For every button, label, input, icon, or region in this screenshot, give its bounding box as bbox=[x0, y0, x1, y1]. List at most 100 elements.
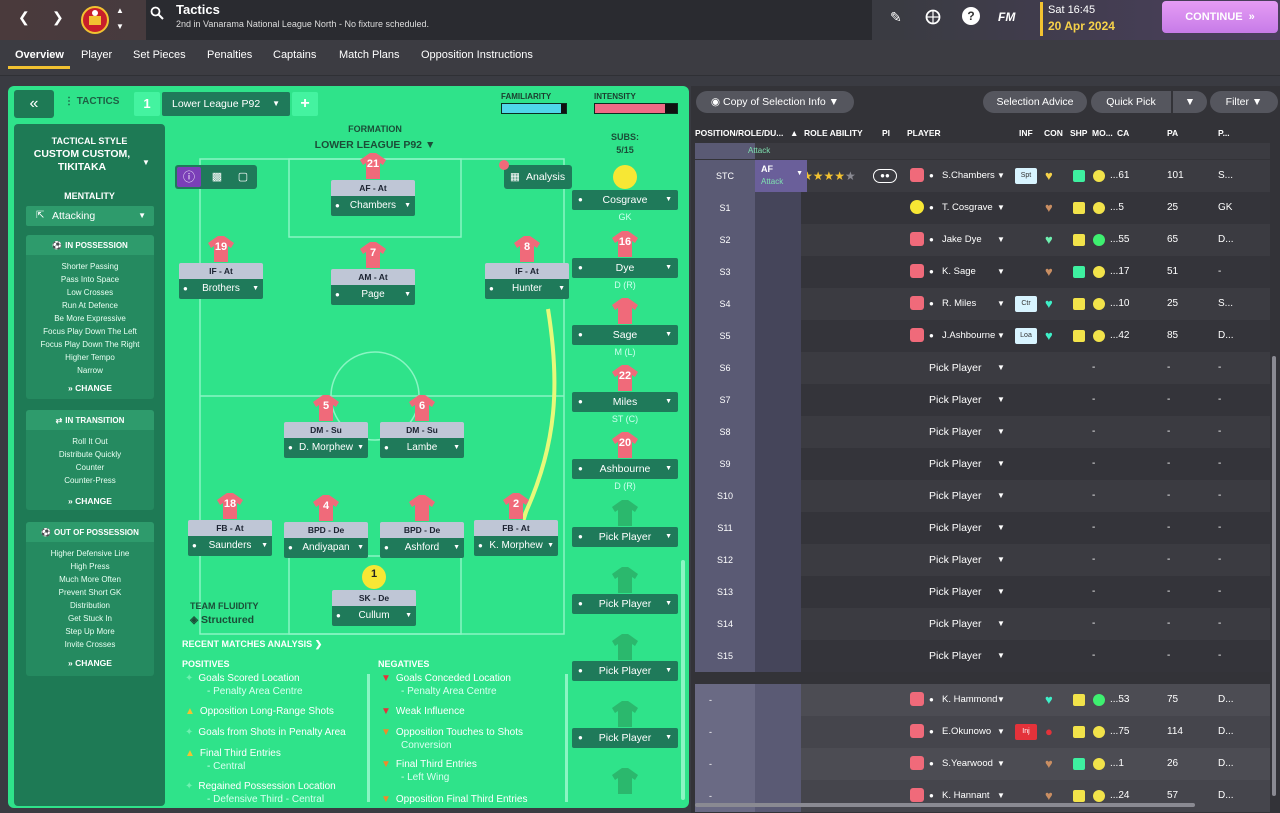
player-instructions-icon[interactable]: ●● bbox=[873, 169, 897, 183]
player-name[interactable]: Jake Dye bbox=[942, 224, 982, 256]
table-row[interactable]: S4 ● R. Miles ▼ Ctr ♥ ...10 25 S... bbox=[695, 288, 1270, 320]
player-role[interactable]: AF - At bbox=[331, 180, 415, 196]
tactic-slot-number[interactable]: 1 bbox=[134, 92, 160, 116]
positive-item[interactable]: ✦ Regained Possession Location - Defensive… bbox=[185, 780, 371, 806]
chevron-down-icon[interactable]: ▼ bbox=[997, 716, 1005, 748]
table-row[interactable]: S5 ● J.Ashbourne ▼ Loa ♥ ...42 85 D... bbox=[695, 320, 1270, 352]
in-possession-change-button[interactable]: » CHANGE bbox=[26, 383, 154, 393]
table-row[interactable]: S11●Pick Player▼--- bbox=[695, 512, 1270, 544]
chevron-down-icon[interactable]: ▼ bbox=[997, 160, 1005, 192]
sub-player-select[interactable]: ● Cosgrave ▼ bbox=[572, 190, 678, 210]
sub-shirt-icon[interactable] bbox=[611, 700, 639, 728]
player-role[interactable]: BPD - De bbox=[284, 522, 368, 538]
sub-shirt-icon[interactable] bbox=[611, 566, 639, 594]
player-name[interactable]: Pick Player bbox=[929, 352, 982, 384]
player-position-card[interactable]: AF - At ● Chambers ▼ bbox=[331, 180, 415, 216]
positive-item[interactable]: ✦ Goals from Shots in Penalty Area bbox=[185, 726, 371, 739]
player-name-select[interactable]: ● Saunders ▼ bbox=[188, 536, 272, 556]
player-name-select[interactable]: ● K. Morphew ▼ bbox=[474, 536, 558, 556]
player-role[interactable]: BPD - De bbox=[380, 522, 464, 538]
chevron-down-icon[interactable]: ▼ bbox=[997, 416, 1005, 448]
player-position-card[interactable]: FB - At ● K. Morphew ▼ bbox=[474, 520, 558, 556]
role-cell[interactable] bbox=[755, 192, 801, 224]
player-role[interactable]: DM - Su bbox=[380, 422, 464, 438]
table-row[interactable]: - ● E.Okunowo ▼ Inj ● ...75 114 D... bbox=[695, 716, 1270, 748]
negative-item[interactable]: ▼ Weak Influence bbox=[381, 705, 563, 718]
chevron-down-icon[interactable]: ▼ bbox=[997, 684, 1005, 716]
back-arrow-icon[interactable]: ❮ bbox=[18, 9, 30, 26]
header-pa[interactable]: PA bbox=[1167, 128, 1178, 138]
player-role[interactable]: FB - At bbox=[188, 520, 272, 536]
filter-button[interactable]: Filter ▼ bbox=[1210, 91, 1278, 113]
selection-advice-button[interactable]: Selection Advice bbox=[983, 91, 1087, 113]
table-row[interactable]: S8●Pick Player▼--- bbox=[695, 416, 1270, 448]
player-name-select[interactable]: ● Chambers ▼ bbox=[331, 196, 415, 216]
sub-shirt-icon[interactable] bbox=[611, 767, 639, 795]
player-role[interactable]: SK - De bbox=[332, 590, 416, 606]
player-position-card[interactable]: FB - At ● Saunders ▼ bbox=[188, 520, 272, 556]
tab-opposition-instructions[interactable]: Opposition Instructions bbox=[421, 49, 533, 61]
table-vertical-scrollbar[interactable] bbox=[1272, 356, 1276, 796]
sub-shirt-icon[interactable]: 16 bbox=[611, 230, 639, 258]
role-cell[interactable] bbox=[755, 352, 801, 384]
player-role[interactable]: IF - At bbox=[485, 263, 569, 279]
player-name[interactable]: Pick Player bbox=[929, 640, 982, 672]
tab-overview[interactable]: Overview bbox=[15, 49, 64, 61]
header-player[interactable]: PLAYER bbox=[907, 128, 941, 138]
player-name[interactable]: Pick Player bbox=[929, 544, 982, 576]
sort-ascending-icon[interactable]: ▲ bbox=[790, 128, 798, 138]
header-inf[interactable]: INF bbox=[1019, 128, 1033, 138]
sub-player-select[interactable]: ● Sage ▼ bbox=[572, 325, 678, 345]
player-position-card[interactable]: BPD - De ● Ashford ▼ bbox=[380, 522, 464, 558]
chevron-down-icon[interactable]: ▼ bbox=[997, 640, 1005, 672]
player-name[interactable]: Pick Player bbox=[929, 512, 982, 544]
sub-player-select[interactable]: ● Pick Player ▼ bbox=[572, 594, 678, 614]
player-position-card[interactable]: DM - Su ● Lambe ▼ bbox=[380, 422, 464, 458]
role-cell[interactable] bbox=[755, 448, 801, 480]
role-cell[interactable] bbox=[755, 544, 801, 576]
player-shirt-icon[interactable]: 8 bbox=[513, 235, 541, 263]
player-name-select[interactable]: ● Hunter ▼ bbox=[485, 279, 569, 299]
out-of-possession-change-button[interactable]: » CHANGE bbox=[26, 658, 154, 668]
tab-match-plans[interactable]: Match Plans bbox=[339, 49, 400, 61]
header-pi[interactable]: PI bbox=[882, 128, 890, 138]
player-name[interactable]: Pick Player bbox=[929, 608, 982, 640]
sub-shirt-icon[interactable] bbox=[611, 633, 639, 661]
player-role[interactable]: AM - At bbox=[331, 269, 415, 285]
table-row[interactable]: - ● S.Yearwood ▼ ♥ ...1 26 D... bbox=[695, 748, 1270, 780]
recent-matches-link[interactable]: RECENT MATCHES ANALYSIS ❯ bbox=[182, 639, 322, 650]
in-transition-change-button[interactable]: » CHANGE bbox=[26, 496, 154, 506]
role-cell[interactable] bbox=[755, 384, 801, 416]
player-name-select[interactable]: ● Page ▼ bbox=[331, 285, 415, 305]
positive-item[interactable]: ▲ Final Third Entries - Central bbox=[185, 747, 371, 773]
positive-item[interactable]: ✦ Goals Scored Location - Penalty Area Cen… bbox=[185, 672, 371, 698]
table-row[interactable]: - ● K. Hammond ▼ ♥ ...53 75 D... bbox=[695, 684, 1270, 716]
table-row[interactable]: S9●Pick Player▼--- bbox=[695, 448, 1270, 480]
mentality-select[interactable]: ⇱ Attacking ▼ bbox=[26, 206, 154, 226]
chevron-down-icon[interactable]: ▼ bbox=[997, 256, 1005, 288]
tab-captains[interactable]: Captains bbox=[273, 49, 316, 61]
table-row[interactable]: S2 ● Jake Dye ▼ ♥ ...55 65 D... bbox=[695, 224, 1270, 256]
sub-shirt-icon[interactable] bbox=[611, 297, 639, 325]
player-name-select[interactable]: ● Brothers ▼ bbox=[179, 279, 263, 299]
header-p[interactable]: P... bbox=[1218, 128, 1230, 138]
table-row[interactable]: S6●Pick Player▼--- bbox=[695, 352, 1270, 384]
chevron-down-icon[interactable]: ▼ bbox=[997, 608, 1005, 640]
table-row[interactable]: S10●Pick Player▼--- bbox=[695, 480, 1270, 512]
chevron-down-icon[interactable]: ▼ bbox=[997, 288, 1005, 320]
help-icon[interactable]: ? bbox=[962, 7, 980, 25]
player-name[interactable]: Pick Player bbox=[929, 576, 982, 608]
bar-chart-icon[interactable]: ▩ bbox=[205, 167, 229, 187]
player-name[interactable]: J.Ashbourne bbox=[942, 320, 995, 352]
role-cell[interactable] bbox=[755, 320, 801, 352]
table-row-partial[interactable]: Attack bbox=[695, 143, 1270, 159]
chevron-down-icon[interactable]: ▼ bbox=[997, 576, 1005, 608]
table-row[interactable]: S12●Pick Player▼--- bbox=[695, 544, 1270, 576]
role-cell[interactable] bbox=[755, 748, 801, 780]
negative-item[interactable]: ▼ Goals Conceded Location - Penalty Area C… bbox=[381, 672, 563, 698]
chevron-down-icon[interactable]: ▼ bbox=[142, 158, 150, 167]
role-cell[interactable] bbox=[755, 684, 801, 716]
table-row[interactable]: S1 ● T. Cosgrave ▼ ♥ ...5 25 GK bbox=[695, 192, 1270, 224]
club-crest-icon[interactable] bbox=[79, 4, 111, 36]
header-role-ability[interactable]: ROLE ABILITY bbox=[804, 128, 863, 138]
